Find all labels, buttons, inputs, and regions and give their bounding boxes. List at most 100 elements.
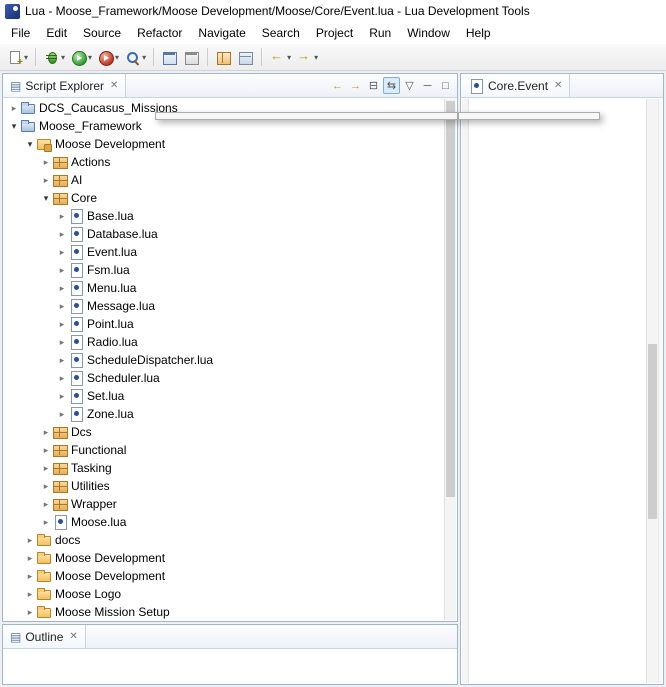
tree-item-moose-logo[interactable]: ▸Moose Logo (4, 585, 444, 603)
editor-vertical-scrollbar[interactable] (646, 99, 658, 683)
tree-item-point-lua[interactable]: ▸Point.lua (4, 315, 444, 333)
scrollbar-thumb[interactable] (446, 101, 455, 497)
close-icon[interactable]: ✕ (110, 80, 118, 91)
dropdown-caret-icon[interactable]: ▾ (88, 53, 92, 62)
forward-button[interactable]: ▾ (294, 46, 320, 68)
dropdown-caret-icon[interactable]: ▾ (61, 53, 65, 62)
collapsed-arrow-icon[interactable]: ▸ (56, 373, 68, 384)
tree-item-actions[interactable]: ▸Actions (4, 153, 444, 171)
tab-outline[interactable]: ▤ Outline ✕ (3, 625, 86, 648)
open-perspective-button[interactable] (159, 46, 180, 68)
collapsed-arrow-icon[interactable]: ▸ (56, 229, 68, 240)
run-button[interactable]: ▾ (68, 46, 94, 68)
collapsed-arrow-icon[interactable]: ▸ (24, 607, 36, 618)
menu-source[interactable]: Source (75, 23, 129, 43)
tree-item-set-lua[interactable]: ▸Set.lua (4, 387, 444, 405)
close-icon[interactable]: ✕ (554, 80, 562, 91)
new-wizard-button[interactable]: ▾ (4, 46, 30, 68)
expanded-arrow-icon[interactable]: ▾ (24, 139, 36, 150)
tree-item-message-lua[interactable]: ▸Message.lua (4, 297, 444, 315)
collapsed-arrow-icon[interactable]: ▸ (56, 301, 68, 312)
tab-core-event[interactable]: Core.Event ✕ (461, 74, 570, 97)
external-tools-button[interactable]: ▾ (95, 46, 121, 68)
tree-item-moose-development[interactable]: ▸Moose Development (4, 567, 444, 585)
tree-item-base-lua[interactable]: ▸Base.lua (4, 207, 444, 225)
tree-item-functional[interactable]: ▸Functional (4, 441, 444, 459)
back-button[interactable]: ← (329, 77, 346, 94)
tree-item-docs[interactable]: ▸docs (4, 531, 444, 549)
expanded-arrow-icon[interactable]: ▾ (40, 193, 52, 204)
scrollbar-thumb[interactable] (648, 344, 657, 519)
collapsed-arrow-icon[interactable]: ▸ (56, 337, 68, 348)
menu-search[interactable]: Search (254, 23, 308, 43)
collapsed-arrow-icon[interactable]: ▸ (56, 391, 68, 402)
collapsed-arrow-icon[interactable]: ▸ (40, 481, 52, 492)
dropdown-caret-icon[interactable]: ▾ (24, 53, 28, 62)
tree-item-tasking[interactable]: ▸Tasking (4, 459, 444, 477)
menu-edit[interactable]: Edit (38, 23, 75, 43)
tree-item-moose-mission-setup[interactable]: ▸Moose Mission Setup (4, 603, 444, 620)
editor-window-button[interactable] (181, 46, 202, 68)
back-button[interactable]: ▾ (267, 46, 293, 68)
debug-button[interactable]: ▾ (41, 46, 67, 68)
collapsed-arrow-icon[interactable]: ▸ (56, 319, 68, 330)
editor-body[interactable] (462, 99, 662, 683)
collapsed-arrow-icon[interactable]: ▸ (24, 571, 36, 582)
menu-navigate[interactable]: Navigate (190, 23, 253, 43)
code-lines[interactable] (470, 101, 645, 683)
tree-item-radio-lua[interactable]: ▸Radio.lua (4, 333, 444, 351)
collapsed-arrow-icon[interactable]: ▸ (8, 103, 20, 114)
collapsed-arrow-icon[interactable]: ▸ (40, 517, 52, 528)
collapsed-arrow-icon[interactable]: ▸ (40, 445, 52, 456)
collapsed-arrow-icon[interactable]: ▸ (56, 283, 68, 294)
dropdown-caret-icon[interactable]: ▾ (115, 53, 119, 62)
tree-item-scheduler-lua[interactable]: ▸Scheduler.lua (4, 369, 444, 387)
collapsed-arrow-icon[interactable]: ▸ (56, 211, 68, 222)
close-icon[interactable]: ✕ (69, 631, 77, 642)
annotation-ruler[interactable] (462, 99, 469, 683)
collapsed-arrow-icon[interactable]: ▸ (40, 427, 52, 438)
dropdown-caret-icon[interactable]: ▾ (142, 53, 146, 62)
collapsed-arrow-icon[interactable]: ▸ (40, 463, 52, 474)
link-with-editor-button[interactable]: ⇆ (383, 77, 400, 94)
tree-item-ai[interactable]: ▸AI (4, 171, 444, 189)
view-menu-button[interactable]: ▽ (401, 77, 418, 94)
collapsed-arrow-icon[interactable]: ▸ (40, 499, 52, 510)
tab-script-explorer[interactable]: ▤ Script Explorer ✕ (3, 74, 126, 97)
collapsed-arrow-icon[interactable]: ▸ (40, 175, 52, 186)
collapsed-arrow-icon[interactable]: ▸ (24, 535, 36, 546)
collapsed-arrow-icon[interactable]: ▸ (56, 265, 68, 276)
tree-item-moose-development[interactable]: ▾Moose Development (4, 135, 444, 153)
menu-window[interactable]: Window (399, 23, 458, 43)
tree-item-wrapper[interactable]: ▸Wrapper (4, 495, 444, 513)
menu-refactor[interactable]: Refactor (129, 23, 190, 43)
tree-item-zone-lua[interactable]: ▸Zone.lua (4, 405, 444, 423)
collapse-all-button[interactable]: ⊟ (365, 77, 382, 94)
menu-help[interactable]: Help (458, 23, 499, 43)
collapsed-arrow-icon[interactable]: ▸ (24, 553, 36, 564)
collapsed-arrow-icon[interactable]: ▸ (24, 589, 36, 600)
menu-run[interactable]: Run (361, 23, 399, 43)
minimize-button[interactable]: ─ (419, 77, 436, 94)
tree-item-database-lua[interactable]: ▸Database.lua (4, 225, 444, 243)
tree-vertical-scrollbar[interactable] (444, 99, 456, 620)
tree-item-dcs[interactable]: ▸Dcs (4, 423, 444, 441)
dropdown-caret-icon[interactable]: ▾ (314, 53, 318, 62)
forward-button[interactable]: → (347, 77, 364, 94)
tree-item-event-lua[interactable]: ▸Event.lua (4, 243, 444, 261)
tree-item-menu-lua[interactable]: ▸Menu.lua (4, 279, 444, 297)
new-grid-button[interactable] (235, 46, 256, 68)
menu-project[interactable]: Project (308, 23, 361, 43)
tree-item-utilities[interactable]: ▸Utilities (4, 477, 444, 495)
new-table-button[interactable] (213, 46, 234, 68)
collapsed-arrow-icon[interactable]: ▸ (40, 157, 52, 168)
tree-item-moose-development[interactable]: ▸Moose Development (4, 549, 444, 567)
collapsed-arrow-icon[interactable]: ▸ (56, 409, 68, 420)
search-button[interactable]: ▾ (122, 46, 148, 68)
maximize-button[interactable]: □ (437, 77, 454, 94)
tree-item-fsm-lua[interactable]: ▸Fsm.lua (4, 261, 444, 279)
dropdown-caret-icon[interactable]: ▾ (287, 53, 291, 62)
tree-item-moose-lua[interactable]: ▸Moose.lua (4, 513, 444, 531)
collapsed-arrow-icon[interactable]: ▸ (56, 355, 68, 366)
expanded-arrow-icon[interactable]: ▾ (8, 121, 20, 132)
